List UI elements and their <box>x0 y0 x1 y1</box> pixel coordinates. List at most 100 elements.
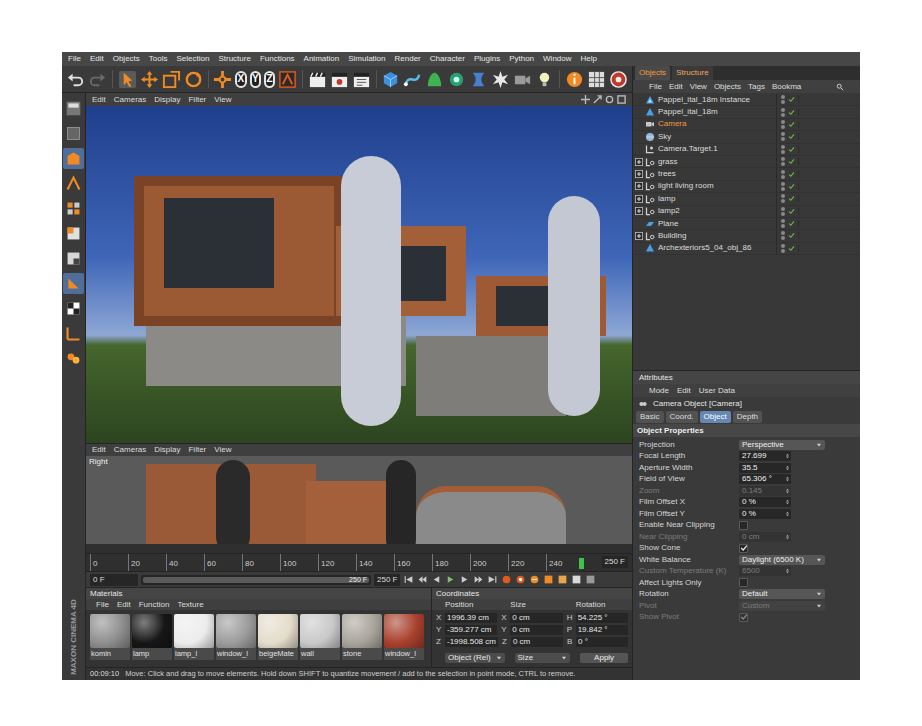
viewport-menu-item[interactable]: Cameras <box>114 446 146 454</box>
cube-icon[interactable] <box>381 70 400 89</box>
enabled-check-icon[interactable] <box>788 245 799 252</box>
menu-item[interactable]: Bookma <box>772 83 801 91</box>
attribute-row[interactable]: Film Offset Y0 % <box>633 508 860 520</box>
render-view[interactable] <box>86 106 632 443</box>
visibility-dots[interactable] <box>781 95 785 104</box>
menu-item[interactable]: Python <box>509 55 534 63</box>
go-start-icon[interactable] <box>403 574 414 585</box>
material-swatch[interactable]: komin <box>90 614 130 660</box>
coordinate-field[interactable]: 1996.39 cm <box>445 613 497 623</box>
enabled-check-icon[interactable] <box>788 232 799 239</box>
editor-visibility-dot[interactable] <box>781 194 785 198</box>
prev-frame-icon[interactable] <box>431 574 442 585</box>
attribute-dropdown[interactable]: Perspective <box>739 440 825 450</box>
object-name[interactable]: trees <box>658 170 776 178</box>
enabled-check-icon[interactable] <box>788 220 799 227</box>
editor-visibility-dot[interactable] <box>781 108 785 112</box>
object-row[interactable]: Archexteriors5_04_obj_86 <box>633 243 860 255</box>
mode-tool-icon[interactable] <box>63 348 84 369</box>
object-row[interactable]: light living room <box>633 181 860 193</box>
expand-icon[interactable] <box>635 195 643 203</box>
render-visibility-dot[interactable] <box>781 100 785 104</box>
frame-range-slider[interactable]: 250 F <box>141 575 371 585</box>
clap-icon[interactable] <box>308 70 327 89</box>
expand-icon[interactable] <box>635 170 643 178</box>
menu-item[interactable]: Tools <box>149 55 168 63</box>
end-frame-field[interactable]: 250 F <box>602 556 628 568</box>
menu-item[interactable]: Help <box>581 55 597 63</box>
object-row[interactable]: Pappel_ital_18m <box>633 106 860 118</box>
enabled-check-icon[interactable] <box>788 121 799 128</box>
current-frame-field[interactable]: 0 F <box>90 574 138 586</box>
render-visibility-dot[interactable] <box>781 212 785 216</box>
menu-item[interactable]: Character <box>430 55 465 63</box>
render-visibility-dot[interactable] <box>781 187 785 191</box>
coordinate-field[interactable]: 54.225 ° <box>576 613 628 623</box>
position-key-icon[interactable] <box>543 574 554 585</box>
expand-toggle[interactable] <box>633 232 645 240</box>
number-field[interactable]: 27.699 <box>739 451 791 461</box>
spinner-icon[interactable] <box>785 475 790 483</box>
move-icon[interactable] <box>140 70 159 89</box>
object-row[interactable]: Sky <box>633 131 860 143</box>
attribute-tab[interactable]: Object <box>700 411 731 423</box>
play-icon[interactable] <box>445 574 456 585</box>
object-name[interactable]: Pappel_ital_18m Instance <box>658 96 776 104</box>
visibility-dots[interactable] <box>781 231 785 240</box>
render-visibility-dot[interactable] <box>781 249 785 253</box>
scale-key-icon[interactable] <box>557 574 568 585</box>
viewport-menu-item[interactable]: View <box>214 446 231 454</box>
number-field[interactable]: 35.5 <box>739 463 791 473</box>
expand-toggle[interactable] <box>633 182 645 190</box>
menu-item[interactable]: File <box>649 83 662 91</box>
attribute-row[interactable]: Field of View65.306 ° <box>633 474 860 486</box>
render-visibility-dot[interactable] <box>781 150 785 154</box>
object-name[interactable]: light living room <box>658 182 776 190</box>
menu-item[interactable]: Selection <box>177 55 210 63</box>
coordinate-field[interactable]: 0 cm <box>511 637 563 647</box>
menu-item[interactable]: Plugins <box>474 55 500 63</box>
orthographic-view[interactable]: Right <box>86 456 632 553</box>
object-name[interactable]: Plane <box>658 220 776 228</box>
axis-lock-button[interactable]: Y <box>250 71 261 88</box>
object-row[interactable]: Building <box>633 230 860 242</box>
spinner-icon[interactable] <box>785 452 790 460</box>
visibility-dots[interactable] <box>781 157 785 166</box>
prev-key-icon[interactable] <box>417 574 428 585</box>
nurbs-icon[interactable] <box>425 70 444 89</box>
panel-tab[interactable]: Objects <box>635 66 670 80</box>
menu-item[interactable]: Animation <box>304 55 340 63</box>
mode-tool-icon[interactable] <box>63 98 84 119</box>
menu-item[interactable]: Edit <box>90 55 104 63</box>
select-icon[interactable] <box>118 70 137 89</box>
object-row[interactable]: Camera <box>633 119 860 131</box>
material-swatch[interactable]: wall <box>300 614 340 660</box>
expand-icon[interactable] <box>635 207 643 215</box>
render-visibility-dot[interactable] <box>781 137 785 141</box>
mode-tool-icon[interactable] <box>63 298 84 319</box>
parameter-key-icon[interactable] <box>585 574 596 585</box>
spinner-icon[interactable] <box>785 510 790 518</box>
attribute-tab[interactable]: Basic <box>636 411 664 423</box>
object-name[interactable]: Sky <box>658 133 776 141</box>
deform-icon[interactable] <box>469 70 488 89</box>
frame-range-fill[interactable]: 250 F <box>143 577 369 583</box>
attribute-row[interactable]: Affect Lights Only <box>633 577 860 589</box>
object-name[interactable]: Building <box>658 232 776 240</box>
visibility-dots[interactable] <box>781 219 785 228</box>
number-field[interactable]: 65.306 ° <box>739 474 791 484</box>
size-mode-dropdown[interactable]: Size <box>515 653 571 663</box>
menu-item[interactable]: Objects <box>714 83 741 91</box>
checkbox[interactable] <box>739 521 748 530</box>
enabled-check-icon[interactable] <box>788 183 799 190</box>
timeline-ruler[interactable]: 020406080100120140160180200220240 250 F <box>86 553 632 571</box>
visibility-dots[interactable] <box>781 120 785 129</box>
enabled-check-icon[interactable] <box>788 96 799 103</box>
spline-icon[interactable] <box>403 70 422 89</box>
record-icon[interactable] <box>501 574 512 585</box>
end-marker[interactable] <box>579 558 584 569</box>
clap2-icon[interactable] <box>330 70 349 89</box>
attribute-dropdown[interactable]: Daylight (6500 K) <box>739 555 825 565</box>
checkbox[interactable] <box>739 578 748 587</box>
keyframe-selection-icon[interactable] <box>529 574 540 585</box>
